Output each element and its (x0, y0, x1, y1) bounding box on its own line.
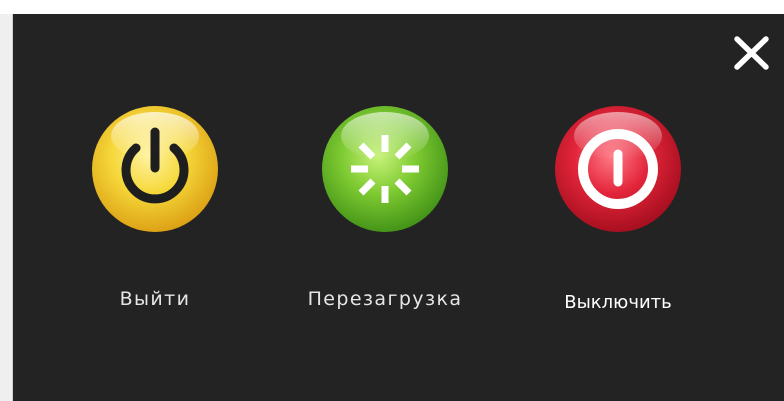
shutdown-icon (555, 106, 681, 232)
shutdown-label: Выключить (564, 292, 672, 313)
power-icon (92, 106, 218, 232)
close-button[interactable] (733, 36, 771, 70)
shutdown-button[interactable] (551, 102, 685, 236)
logout-button[interactable] (88, 102, 222, 236)
restart-button[interactable] (318, 102, 452, 236)
screen: Выйти Перезагрузка Выключить (0, 0, 784, 401)
logout-label: Выйти (119, 288, 191, 310)
restart-label: Перезагрузка (307, 288, 463, 310)
close-icon (734, 36, 769, 70)
window-edge (0, 14, 13, 401)
restart-spinner-icon (322, 106, 448, 232)
